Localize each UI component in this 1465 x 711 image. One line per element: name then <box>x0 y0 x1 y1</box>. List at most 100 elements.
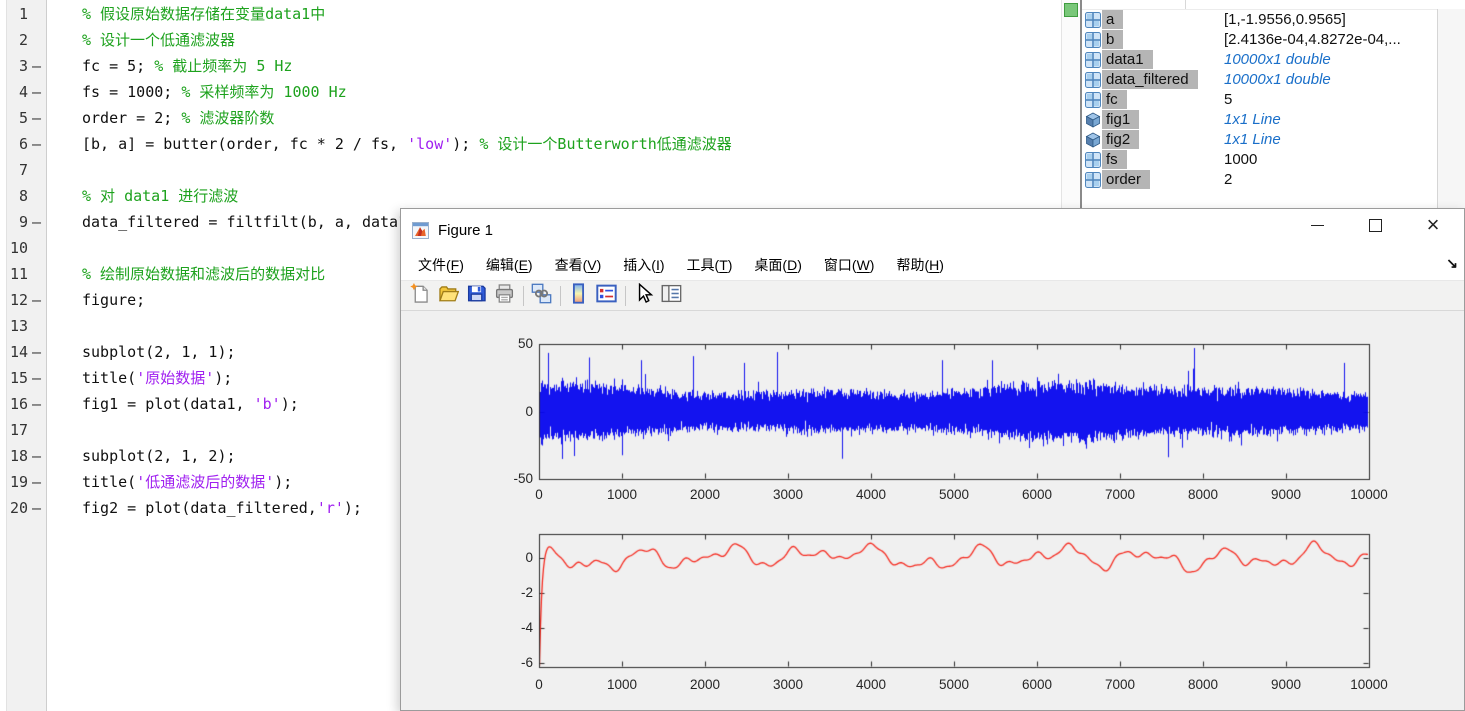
code-token-code: [b, a] = butter(order, fc * 2 / fs, <box>82 135 407 153</box>
variable-name[interactable]: b <box>1102 30 1123 49</box>
new-figure-icon <box>410 283 431 309</box>
code-text: subplot(2, 1, 2); <box>82 443 236 469</box>
code-line[interactable]: 2% 设计一个低通滤波器 <box>0 27 1080 53</box>
variable-name[interactable]: order <box>1102 170 1150 189</box>
variable-value[interactable]: 1000 <box>1224 150 1257 170</box>
variable-value[interactable]: 1x1 Line <box>1224 110 1281 130</box>
line-number: 5 <box>0 105 28 131</box>
code-analyzer-indicator[interactable] <box>1064 3 1078 17</box>
code-line[interactable]: 7 <box>0 157 1080 183</box>
variable-name[interactable]: fs <box>1102 150 1127 169</box>
code-text: fc = 5; % 截止频率为 5 Hz <box>82 53 292 79</box>
workspace-row[interactable]: fig1 1x1 Line <box>1082 110 1437 130</box>
figure-canvas-area: 0100020003000400050006000700080009000100… <box>401 311 1464 710</box>
code-token-code: order = 2; <box>82 109 181 127</box>
new-figure-button[interactable] <box>408 283 433 308</box>
maximize-icon <box>1369 219 1382 232</box>
variable-name[interactable]: fig1 <box>1102 110 1139 129</box>
code-token-comment: % 假设原始数据存储在变量data1中 <box>82 5 325 23</box>
variable-value[interactable]: 5 <box>1224 90 1232 110</box>
menu-v[interactable]: 查看(V) <box>544 252 613 280</box>
code-line[interactable]: 3–fc = 5; % 截止频率为 5 Hz <box>0 53 1080 79</box>
variable-name[interactable]: a <box>1102 10 1123 29</box>
line-number: 6 <box>0 131 28 157</box>
link-plot-icon <box>531 283 552 309</box>
code-text: subplot(2, 1, 1); <box>82 339 236 365</box>
open-file-icon <box>438 283 459 309</box>
maximize-button[interactable] <box>1346 209 1404 241</box>
workspace-row[interactable]: order 2 <box>1082 170 1437 190</box>
variable-value[interactable]: [1,-1.9556,0.9565] <box>1224 10 1346 30</box>
menu-i[interactable]: 插入(I) <box>612 252 675 280</box>
property-inspector-button[interactable] <box>659 283 684 308</box>
figure-titlebar[interactable]: Figure 1 × <box>401 209 1464 252</box>
x-tick-label: 3000 <box>753 487 823 502</box>
code-token-code: data_filtered = filtfilt(b, a, data1); <box>82 213 425 231</box>
variable-value[interactable]: 1x1 Line <box>1224 130 1281 150</box>
code-line[interactable]: 6– [b, a] = butter(order, fc * 2 / fs, 'l… <box>0 131 1080 157</box>
executable-line-marker: – <box>32 131 41 157</box>
close-icon: × <box>1427 214 1440 236</box>
x-tick-label: 7000 <box>1085 487 1155 502</box>
insert-colorbar-button[interactable] <box>566 283 591 308</box>
code-token-string: '低通滤波后的数据' <box>136 473 274 491</box>
print-figure-button[interactable] <box>492 283 517 308</box>
minimize-button[interactable] <box>1288 209 1346 241</box>
code-token-comment: % 滤波器阶数 <box>181 109 274 127</box>
toolbar-separator <box>560 286 561 306</box>
x-tick-label: 8000 <box>1168 487 1238 502</box>
menu-e[interactable]: 编辑(E) <box>475 252 544 280</box>
insert-legend-button[interactable] <box>594 283 619 308</box>
line-number: 9 <box>0 209 28 235</box>
variable-value[interactable]: [2.4136e-04,4.8272e-04,... <box>1224 30 1401 50</box>
workspace-row[interactable]: fc 5 <box>1082 90 1437 110</box>
y-tick-label: 50 <box>489 336 533 351</box>
variable-name[interactable]: fig2 <box>1102 130 1139 149</box>
object-icon <box>1085 112 1101 128</box>
matlab-desktop: 1% 假设原始数据存储在变量data1中2% 设计一个低通滤波器3–fc = 5… <box>0 0 1465 711</box>
x-tick-label: 3000 <box>753 677 823 692</box>
code-token-code: ); <box>281 395 299 413</box>
workspace-row[interactable]: data1 10000x1 double <box>1082 50 1437 70</box>
executable-line-marker: – <box>32 79 41 105</box>
code-line[interactable]: 8% 对 data1 进行滤波 <box>0 183 1080 209</box>
code-token-string: 'low' <box>407 135 452 153</box>
workspace-row[interactable]: fs 1000 <box>1082 150 1437 170</box>
variable-value[interactable]: 10000x1 double <box>1224 70 1331 90</box>
variable-name[interactable]: data_filtered <box>1102 70 1198 89</box>
code-token-code: title( <box>82 473 136 491</box>
menu-h[interactable]: 帮助(H) <box>885 252 954 280</box>
workspace-row[interactable]: b [2.4136e-04,4.8272e-04,... <box>1082 30 1437 50</box>
variable-value[interactable]: 2 <box>1224 170 1232 190</box>
edit-plot-button[interactable] <box>631 283 656 308</box>
workspace-row[interactable]: fig2 1x1 Line <box>1082 130 1437 150</box>
menu-w[interactable]: 窗口(W) <box>813 252 886 280</box>
menu-d[interactable]: 桌面(D) <box>743 252 812 280</box>
code-text: % 对 data1 进行滤波 <box>82 183 238 209</box>
y-tick-label: -2 <box>489 585 533 600</box>
menu-overflow-arrow[interactable]: ↘ <box>1446 255 1458 272</box>
line-number: 1 <box>0 1 28 27</box>
code-line[interactable]: 1 % 假设原始数据存储在变量data1中 <box>0 1 1080 27</box>
link-plot-button[interactable] <box>529 283 554 308</box>
x-tick-label: 1000 <box>587 487 657 502</box>
variable-name[interactable]: data1 <box>1102 50 1153 69</box>
save-figure-button[interactable] <box>464 283 489 308</box>
code-line[interactable]: 4–fs = 1000; % 采样频率为 1000 Hz <box>0 79 1080 105</box>
menu-t[interactable]: 工具(T) <box>676 252 744 280</box>
code-text: title('原始数据'); <box>82 365 232 391</box>
workspace-row[interactable]: data_filtered 10000x1 double <box>1082 70 1437 90</box>
menu-f[interactable]: 文件(F) <box>407 252 475 280</box>
code-text: % 设计一个低通滤波器 <box>82 27 235 53</box>
code-line[interactable]: 5–order = 2; % 滤波器阶数 <box>0 105 1080 131</box>
minimize-icon <box>1311 225 1324 226</box>
variable-name[interactable]: fc <box>1102 90 1127 109</box>
variable-value[interactable]: 10000x1 double <box>1224 50 1331 70</box>
workspace-row[interactable]: a [1,-1.9556,0.9565] <box>1082 10 1437 30</box>
code-text: fig1 = plot(data1, 'b'); <box>82 391 299 417</box>
code-token-code: ); <box>214 369 232 387</box>
close-button[interactable]: × <box>1404 209 1462 241</box>
open-file-button[interactable] <box>436 283 461 308</box>
matlab-app-icon <box>412 222 429 239</box>
workspace-column-divider[interactable] <box>1185 0 1186 9</box>
